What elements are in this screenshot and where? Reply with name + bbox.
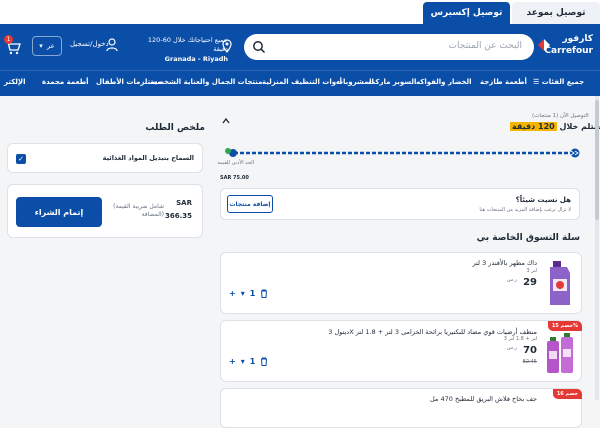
minimum-value: SAR 75.00 [220, 175, 249, 181]
item-price: 29 [523, 277, 537, 288]
language-selector[interactable]: ▾ عر [32, 36, 62, 56]
quantity-value[interactable]: 1 [250, 357, 256, 366]
nav-beauty-care[interactable]: منتجات الجمال والعناية الشخصية [150, 78, 262, 86]
quantity-value[interactable]: 1 [250, 289, 256, 298]
forgot-subtitle: لا تزال ترغب بإضافة المزيد من المنتجات ه… [479, 207, 571, 213]
language-label: عر [46, 42, 55, 50]
delivery-location[interactable]: جميع احتياجاتك خلال 60-120 دقيقة Granada… [146, 36, 242, 63]
delivery-eta-prefix: استلم خلال [559, 122, 600, 131]
search-icon[interactable] [252, 40, 266, 54]
nav-cleaning-supplies[interactable]: أدوات التنظيف المنزلية [262, 78, 342, 86]
minimum-order-progress [229, 148, 580, 158]
cart-item: داك مطهر بالأفندر 3 لتر 3 لتر ر.س 29 + ▾… [220, 252, 582, 314]
cart-item: خصم 16 جف بخاخ فلاش البريق للمطبخ 470 مل [220, 388, 582, 428]
nav-baby-products[interactable]: مستلزمات الأطفال [96, 78, 162, 86]
menu-icon: ☰ [533, 78, 542, 86]
tab-scheduled-delivery[interactable]: توصيل بموعد [512, 2, 600, 24]
substitution-card: السماح بتبديل المواد الغذائية ✓ [7, 143, 203, 173]
quantity-stepper: + ▾ 1 [229, 289, 268, 298]
cart-count-badge: 1 [4, 35, 13, 44]
item-name[interactable]: جف بخاخ فلاش البريق للمطبخ 470 مل [430, 395, 537, 403]
quantity-stepper: + ▾ 1 [229, 357, 268, 366]
item-currency: ر.س [506, 277, 517, 283]
minimum-value-label: الحد الأدنى للقيمة [217, 160, 254, 166]
nav-fresh-food[interactable]: أطعمة طازجة [480, 78, 527, 86]
nav-frozen-food[interactable]: أطعمة مجمدة [42, 78, 89, 86]
delivery-eta: استلم خلال 120 دقيقة [510, 122, 600, 131]
item-old-price: 82.45 [522, 359, 537, 365]
scrollbar-thumb[interactable] [595, 100, 599, 220]
product-image-dac[interactable] [545, 259, 575, 307]
vat-note: (شامل ضريبة القيمة المضافة) [113, 203, 164, 218]
order-summary-title: ملخص الطلب [145, 123, 205, 133]
nav-all-categories[interactable]: ☰ جميع الفئات [533, 78, 584, 86]
tab-express-delivery[interactable]: توصيل إكسبرس [423, 2, 510, 24]
chevron-down-icon[interactable]: ▾ [241, 357, 245, 366]
progress-check-icon [225, 148, 231, 154]
logo-text-english: Carrefour [544, 46, 593, 56]
search-placeholder: البحث عن المنتجات [448, 41, 522, 51]
chevron-down-icon[interactable]: ▾ [241, 289, 245, 298]
nav-fruits-vegetables[interactable]: الخضار والفواكه [416, 78, 472, 86]
delivery-window-text: جميع احتياجاتك خلال 60-120 دقيقة [147, 36, 228, 53]
substitution-checkbox[interactable]: ✓ [16, 154, 26, 164]
cart-item: خصم 15% ديتول 3X منظف أرضيات قوي مضاد لل… [220, 320, 582, 382]
add-products-button[interactable]: إضافة منتجات [227, 195, 273, 213]
discount-badge: خصم 16 [552, 389, 582, 399]
item-currency: ر.س [506, 345, 517, 351]
delivery-type-tabs [0, 0, 600, 24]
item-name[interactable]: داك مطهر بالأفندر 3 لتر [472, 259, 537, 267]
login-register-link[interactable]: دخول/تسجيل [70, 40, 120, 52]
product-image-dettol[interactable] [545, 327, 575, 375]
increase-quantity-button[interactable]: + [229, 289, 236, 298]
currency-label: SAR [176, 199, 192, 207]
logo-text-arabic: كارفور [562, 34, 593, 44]
item-size: 3 لتر + 1.8 لتر [503, 336, 537, 342]
delivery-eta-time: 120 دقيقة [510, 122, 557, 131]
delivery-items-count: التوصيل الآن (1 منتجات) [532, 113, 589, 119]
increase-quantity-button[interactable]: + [229, 357, 236, 366]
item-name[interactable]: ديتول 3X منظف أرضيات قوي مضاد للبكتيريا … [328, 328, 537, 336]
order-total: 366.35 [164, 212, 192, 220]
basket-title: سلة التسوق الخاصة بي [476, 233, 580, 243]
substitution-label: السماح بتبديل المواد الغذائية [102, 154, 194, 162]
checkout-card: إتمام الشراء (شامل ضريبة القيمة المضافة)… [7, 184, 203, 238]
carrefour-logo[interactable]: كارفور Carrefour [537, 32, 597, 62]
trash-icon[interactable] [260, 289, 268, 298]
nav-supermarket[interactable]: السوبر ماركت [368, 78, 416, 86]
item-size: 3 لتر [526, 268, 537, 274]
chevron-up-icon[interactable] [222, 117, 230, 125]
nav-electronics[interactable]: الإلكتر [4, 78, 26, 86]
delivery-city-text: Granada - Riyadh [164, 55, 228, 63]
trash-icon[interactable] [260, 357, 268, 366]
chevron-down-icon: ▾ [39, 42, 43, 50]
checkout-button[interactable]: إتمام الشراء [16, 197, 102, 227]
forgot-title: هل نسيت شيئاً؟ [515, 196, 571, 204]
forgot-something-card: هل نسيت شيئاً؟ لا تزال ترغب بإضافة المزي… [220, 188, 580, 220]
item-price: 70 [523, 345, 537, 356]
search-input[interactable]: البحث عن المنتجات [244, 34, 534, 60]
